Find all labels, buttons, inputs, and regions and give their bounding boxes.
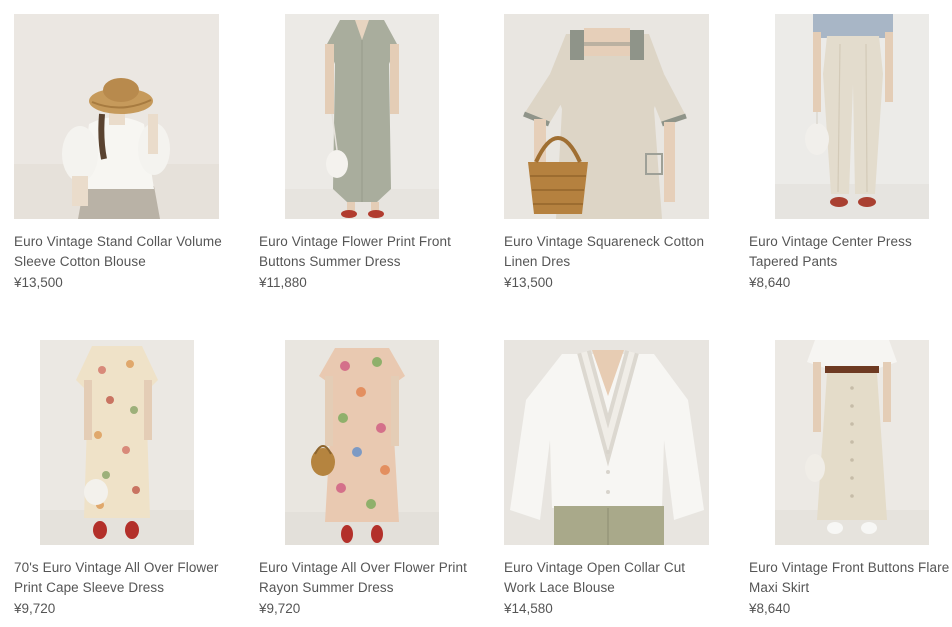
product-title[interactable]: Euro Vintage All Over Flower Print Rayon… [259, 558, 469, 598]
product-title[interactable]: 70's Euro Vintage All Over Flower Print … [14, 558, 224, 598]
product-price: ¥9,720 [259, 601, 301, 616]
product-image[interactable] [259, 340, 464, 545]
product-photo [774, 340, 929, 545]
product-price: ¥13,500 [504, 275, 553, 290]
product-photo [284, 14, 439, 219]
product-price: ¥11,880 [259, 275, 307, 290]
product-title[interactable]: Euro Vintage Open Collar Cut Work Lace B… [504, 558, 714, 598]
product-photo [284, 340, 439, 545]
product-photo [14, 14, 219, 219]
product-image[interactable] [749, 14, 952, 219]
product-photo [774, 14, 929, 219]
product-photo [504, 14, 709, 219]
product-price: ¥14,580 [504, 601, 553, 616]
product-image[interactable] [14, 14, 219, 219]
product-image[interactable] [504, 14, 709, 219]
product-title[interactable]: Euro Vintage Front Buttons Flare Maxi Sk… [749, 558, 952, 598]
product-grid: Euro Vintage Stand Collar Volume Sleeve … [0, 0, 952, 627]
product-photo [504, 340, 709, 545]
product-image[interactable] [504, 340, 709, 545]
product-title[interactable]: Euro Vintage Stand Collar Volume Sleeve … [14, 232, 224, 272]
product-image[interactable] [14, 340, 219, 545]
product-title[interactable]: Euro Vintage Flower Print Front Buttons … [259, 232, 469, 272]
product-title[interactable]: Euro Vintage Squareneck Cotton Linen Dre… [504, 232, 714, 272]
product-price: ¥9,720 [14, 601, 56, 616]
product-price: ¥13,500 [14, 275, 63, 290]
product-image[interactable] [749, 340, 952, 545]
product-title[interactable]: Euro Vintage Center Press Tapered Pants [749, 232, 952, 272]
product-price: ¥8,640 [749, 275, 791, 290]
product-price: ¥8,640 [749, 601, 791, 616]
product-image[interactable] [259, 14, 464, 219]
product-photo [39, 340, 194, 545]
